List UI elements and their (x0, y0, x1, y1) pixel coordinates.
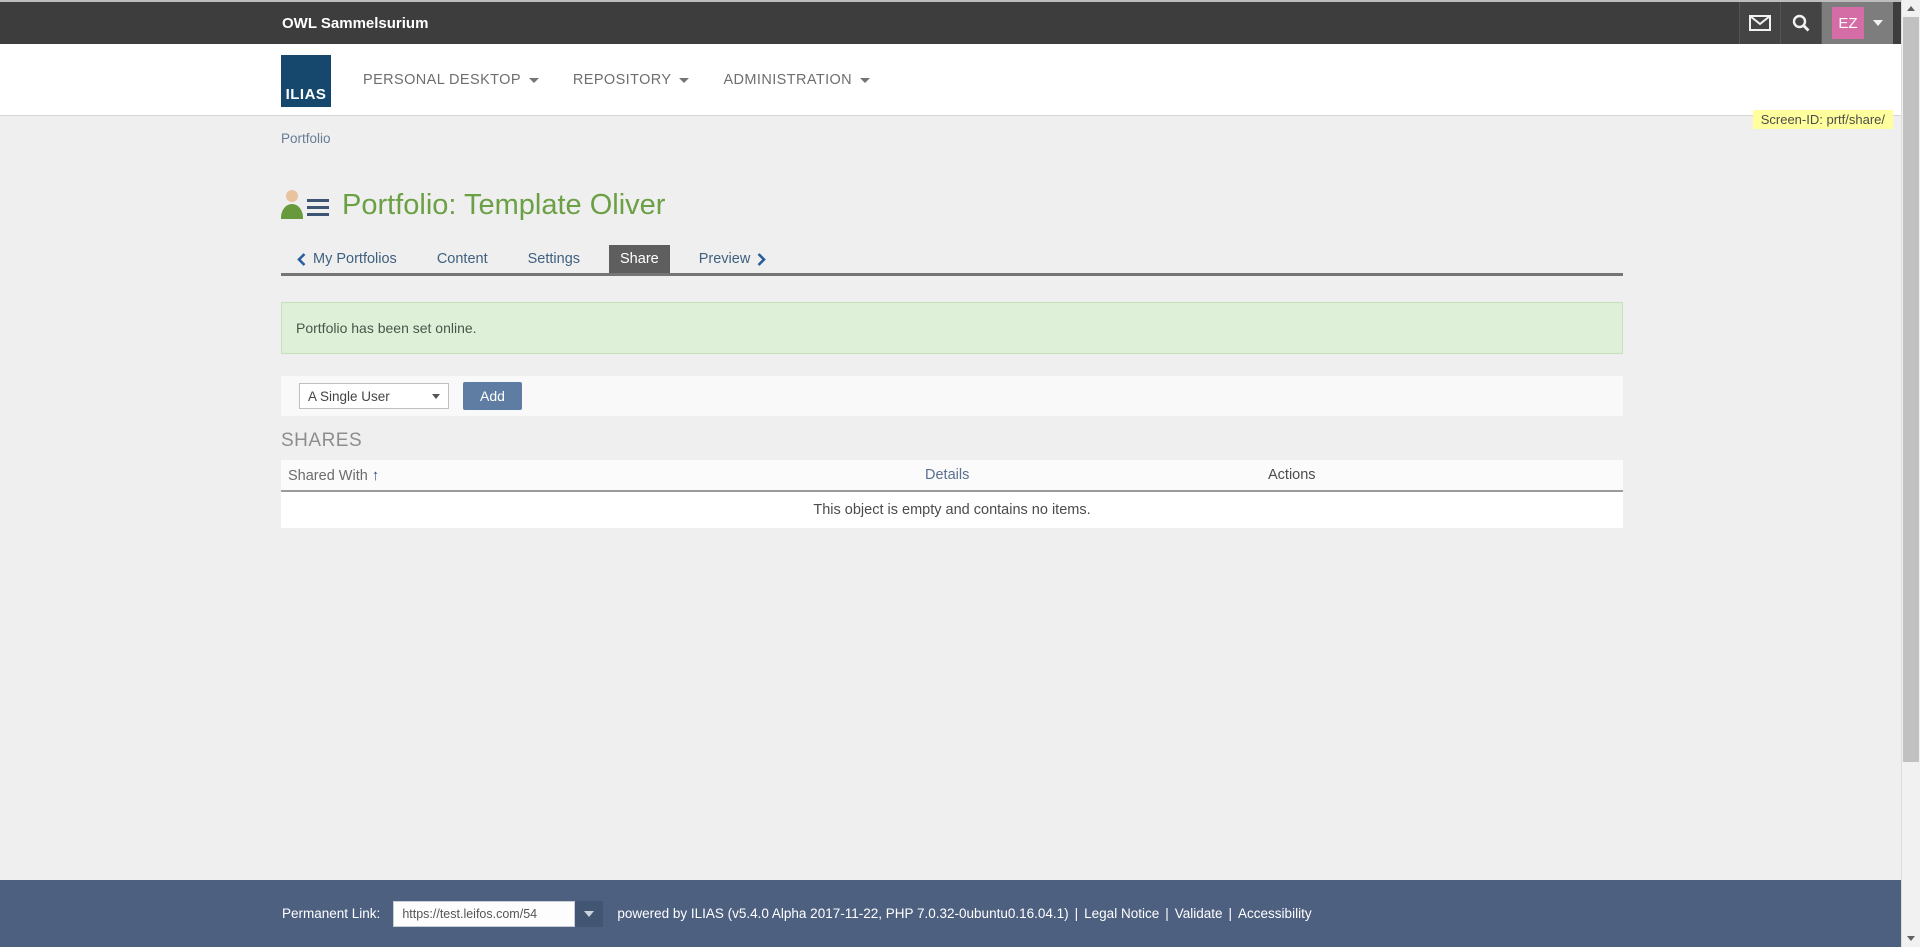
share-type-selected-value: A Single User (308, 389, 390, 404)
page-title-row: Portfolio: Template Oliver (281, 183, 1623, 227)
footer-separator: | (1229, 906, 1233, 921)
ilias-logo[interactable]: ILIAS (281, 55, 331, 107)
tab-label: Share (620, 251, 659, 267)
accessibility-link[interactable]: Accessibility (1238, 906, 1312, 921)
main-header: ILIAS PERSONAL DESKTOP REPOSITORY ADMINI… (0, 44, 1920, 116)
breadcrumb: Portfolio (281, 131, 1623, 146)
scroll-up-arrow[interactable] (1902, 0, 1920, 17)
share-type-select[interactable]: A Single User (299, 383, 449, 409)
nav-repository[interactable]: REPOSITORY (573, 72, 690, 88)
nav-label: ADMINISTRATION (723, 72, 852, 88)
search-button[interactable] (1780, 2, 1821, 44)
tab-bar: My Portfolios Content Settings Share Pre… (281, 245, 1623, 276)
shares-heading: SHARES (281, 430, 1623, 452)
chevron-down-icon (679, 78, 689, 83)
empty-table-message: This object is empty and contains no ite… (281, 492, 1623, 528)
tab-preview[interactable]: Preview (688, 245, 778, 273)
chevron-down-icon (1873, 20, 1883, 26)
tab-share[interactable]: Share (609, 245, 670, 273)
chevron-right-icon (757, 253, 766, 266)
permanent-link-input[interactable] (393, 901, 575, 927)
footer-text: powered by ILIAS (v5.4.0 Alpha 2017-11-2… (617, 906, 1311, 921)
chevron-down-icon (584, 911, 594, 917)
screen-id-badge: Screen-ID: prtf/share/ (1753, 110, 1893, 129)
tab-settings[interactable]: Settings (517, 245, 591, 273)
column-shared-with[interactable]: Shared With↑ (281, 467, 925, 484)
tab-label: Preview (699, 251, 751, 267)
nav-administration[interactable]: ADMINISTRATION (723, 72, 870, 88)
permanent-link-label: Permanent Link: (282, 906, 380, 921)
nav-label: REPOSITORY (573, 72, 672, 88)
vertical-scrollbar[interactable] (1901, 0, 1920, 947)
validate-link[interactable]: Validate (1175, 906, 1223, 921)
add-button[interactable]: Add (463, 382, 522, 410)
scrollbar-thumb[interactable] (1903, 17, 1919, 762)
page-title: Portfolio: Template Oliver (342, 189, 665, 222)
chevron-down-icon (860, 78, 870, 83)
envelope-icon (1749, 15, 1771, 31)
page-content: Portfolio Portfolio: Template Oliver My … (281, 117, 1623, 528)
column-details[interactable]: Details (925, 467, 1268, 483)
tab-my-portfolios[interactable]: My Portfolios (286, 245, 408, 273)
mail-button[interactable] (1739, 2, 1780, 44)
chevron-left-icon (297, 253, 306, 266)
search-icon (1792, 14, 1810, 32)
chevron-down-icon (432, 394, 440, 399)
tab-label: Settings (528, 251, 580, 267)
nav-personal-desktop[interactable]: PERSONAL DESKTOP (363, 72, 539, 88)
success-message: Portfolio has been set online. (281, 302, 1623, 354)
permanent-link-dropdown-button[interactable] (575, 901, 603, 927)
tab-content[interactable]: Content (426, 245, 499, 273)
topbar: OWL Sammelsurium EZ (0, 2, 1920, 44)
footer: Permanent Link: powered by ILIAS (v5.4.0… (0, 880, 1920, 947)
legal-notice-link[interactable]: Legal Notice (1084, 906, 1159, 921)
main-nav: PERSONAL DESKTOP REPOSITORY ADMINISTRATI… (363, 44, 870, 116)
site-title: OWL Sammelsurium (282, 15, 428, 32)
scroll-down-arrow[interactable] (1902, 930, 1920, 947)
nav-label: PERSONAL DESKTOP (363, 72, 521, 88)
shares-table-header: Shared With↑ Details Actions (281, 460, 1623, 492)
column-actions: Actions (1268, 467, 1623, 483)
footer-separator: | (1075, 906, 1079, 921)
tab-label: My Portfolios (313, 251, 397, 267)
sort-asc-icon: ↑ (372, 467, 380, 484)
tab-label: Content (437, 251, 488, 267)
share-toolbar: A Single User Add (281, 376, 1623, 416)
portfolio-icon (281, 190, 327, 221)
user-menu-button[interactable]: EZ (1821, 2, 1893, 44)
powered-by-text: powered by ILIAS (v5.4.0 Alpha 2017-11-2… (617, 906, 1068, 921)
breadcrumb-portfolio-link[interactable]: Portfolio (281, 131, 331, 146)
footer-separator: | (1165, 906, 1169, 921)
topbar-actions: EZ (1739, 2, 1893, 44)
chevron-down-icon (529, 78, 539, 83)
avatar: EZ (1832, 7, 1864, 39)
